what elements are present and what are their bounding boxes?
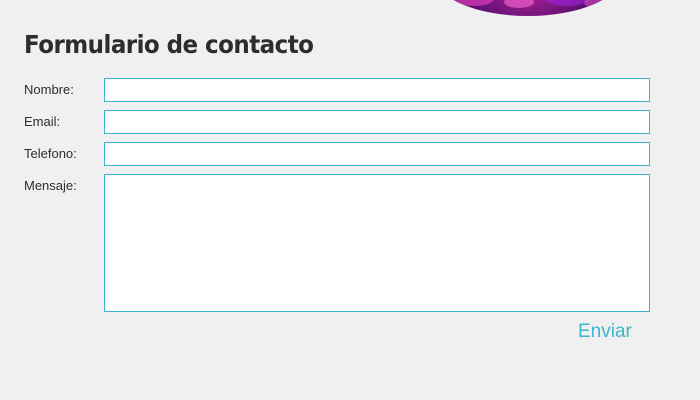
header-photo-image [434, 0, 622, 16]
phone-label: Telefono: [24, 146, 77, 161]
page-title: Formulario de contacto [24, 30, 314, 59]
submit-button[interactable]: Enviar [578, 320, 650, 344]
email-label: Email: [24, 114, 61, 129]
name-label: Nombre: [24, 82, 74, 97]
email-input[interactable] [104, 110, 650, 134]
name-input[interactable] [104, 78, 650, 102]
message-textarea[interactable] [104, 174, 650, 312]
message-label: Mensaje: [24, 178, 77, 193]
phone-input[interactable] [104, 142, 650, 166]
